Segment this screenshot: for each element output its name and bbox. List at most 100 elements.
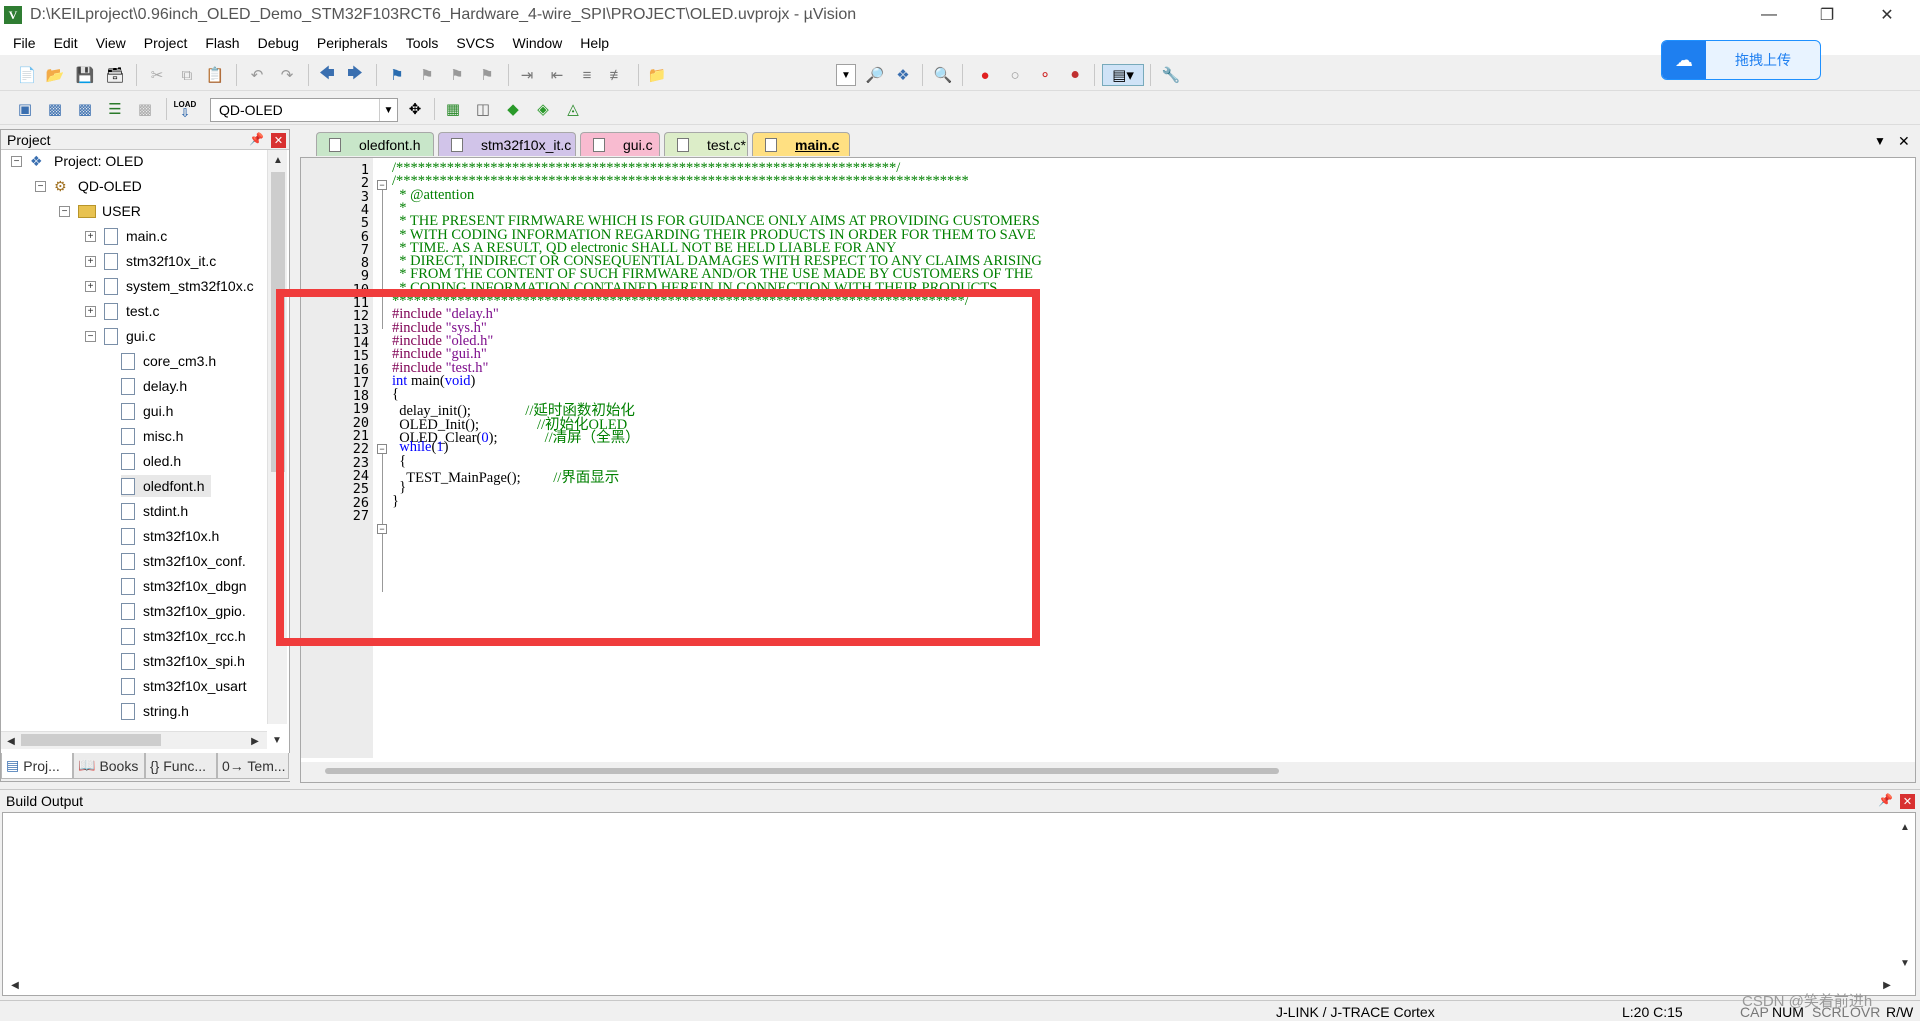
pin-icon[interactable]: 📌 (1878, 793, 1893, 807)
tree-item[interactable]: − ⚙ QD-OLED (35, 175, 148, 197)
close-panel-icon[interactable]: ✕ (1900, 794, 1915, 809)
menu-peripherals[interactable]: Peripherals (308, 35, 397, 51)
window-layout-icon[interactable]: ▤▾ (1102, 64, 1144, 86)
tree-item[interactable]: + stm32f10x_it.c (85, 250, 222, 272)
editor-hscroll-thumb[interactable] (325, 768, 1279, 774)
incremental-find-icon[interactable]: ❖ (892, 64, 914, 86)
collapse-icon[interactable]: − (59, 205, 70, 217)
stop-build-icon[interactable]: ▩ (134, 98, 156, 120)
tree-item[interactable]: stm32f10x_conf. (121, 550, 252, 572)
open-file-icon[interactable]: 📂 (44, 64, 66, 86)
tree-item[interactable]: + system_stm32f10x.c (85, 275, 260, 297)
minimize-button[interactable]: — (1740, 0, 1798, 30)
tab-oledfont-h[interactable]: oledfont.h (316, 132, 434, 156)
find-combo-dropdown[interactable]: ▼ (836, 64, 856, 86)
tree-item[interactable]: misc.h (121, 425, 189, 447)
prev-bookmark-icon[interactable]: ⚑ (416, 64, 438, 86)
menu-project[interactable]: Project (135, 35, 197, 51)
disable-all-breakpoints-icon[interactable]: ⚬ (1034, 64, 1056, 86)
tab-books[interactable]: 📖 Books (73, 753, 145, 779)
menu-view[interactable]: View (87, 35, 135, 51)
save-all-icon[interactable]: 🗃 (104, 64, 126, 86)
scroll-left-icon[interactable]: ◀ (3, 733, 19, 749)
tree-item[interactable]: − gui.c (85, 325, 162, 347)
close-window-button[interactable]: ✕ (1858, 0, 1916, 30)
tab-test-c[interactable]: test.c* (664, 132, 748, 156)
target-select[interactable]: QD-OLED ▼ (210, 98, 398, 122)
pack-installer-icon[interactable]: ◆ (502, 98, 524, 120)
menu-file[interactable]: File (4, 35, 45, 51)
expand-icon[interactable]: + (85, 230, 96, 242)
tree-item[interactable]: stm32f10x_dbgn (121, 575, 253, 597)
uncomment-icon[interactable]: ≢ (606, 64, 628, 86)
menu-flash[interactable]: Flash (196, 35, 248, 51)
find-icon[interactable]: 🔎 (864, 64, 886, 86)
configure-icon[interactable]: 🔧 (1160, 64, 1182, 86)
manage-runtime-icon[interactable]: ◫ (472, 98, 494, 120)
unindent-icon[interactable]: ⇤ (546, 64, 568, 86)
restore-button[interactable]: ❐ (1798, 0, 1856, 30)
navigate-forward-icon[interactable]: 🡆 (344, 64, 366, 86)
collapse-icon[interactable]: − (85, 330, 96, 342)
tree-item[interactable]: core_cm3.h (121, 350, 222, 372)
expand-icon[interactable]: + (85, 280, 96, 292)
batch-build-icon[interactable]: ☰ (104, 98, 126, 120)
tree-item[interactable]: stm32f10x_spi.h (121, 650, 251, 672)
scroll-right-icon[interactable]: ▶ (1879, 977, 1895, 993)
menu-debug[interactable]: Debug (249, 35, 308, 51)
bookmark-icon[interactable]: ⚑ (386, 64, 408, 86)
drag-upload-button[interactable]: ☁ 拖拽上传 (1661, 40, 1821, 80)
clear-bookmarks-icon[interactable]: ⚑ (476, 64, 498, 86)
scroll-down-icon[interactable]: ▼ (269, 732, 285, 748)
tab-stm32f10x-it-c[interactable]: stm32f10x_it.c (438, 132, 576, 156)
editor-horizontal-scrollbar[interactable] (301, 762, 1915, 782)
manage-project-items-icon[interactable]: ▦ (442, 98, 464, 120)
scroll-up-icon[interactable]: ▲ (270, 152, 286, 168)
paste-icon[interactable]: 📋 (204, 64, 226, 86)
tab-functions[interactable]: {} Func... (145, 753, 217, 779)
debug-session-icon[interactable]: 🔍 (932, 64, 954, 86)
tree-item[interactable]: − ❖ Project: OLED (11, 150, 149, 172)
rebuild-icon[interactable]: ▩ (74, 98, 96, 120)
tree-item[interactable]: string.h (121, 700, 195, 722)
save-icon[interactable]: 💾 (74, 64, 96, 86)
undo-icon[interactable]: ↶ (246, 64, 268, 86)
hscroll-thumb[interactable] (21, 734, 161, 746)
pack-manager-icon[interactable]: ◬ (562, 98, 584, 120)
tree-item[interactable]: + main.c (85, 225, 173, 247)
tree-item[interactable]: gui.h (121, 400, 179, 422)
scroll-left-icon[interactable]: ◀ (7, 977, 23, 993)
target-options-icon[interactable]: ✥ (404, 98, 426, 120)
cut-icon[interactable]: ✂ (146, 64, 168, 86)
navigate-back-icon[interactable]: 🡄 (316, 64, 338, 86)
next-bookmark-icon[interactable]: ⚑ (446, 64, 468, 86)
collapse-icon[interactable]: − (11, 155, 22, 167)
pin-icon[interactable]: 📌 (249, 132, 264, 146)
build-output-pane[interactable]: ▲ ▼ ◀ ▶ (2, 812, 1916, 996)
copy-icon[interactable]: ⧉ (176, 64, 198, 86)
redo-icon[interactable]: ↷ (276, 64, 298, 86)
scroll-down-icon[interactable]: ▼ (1897, 955, 1913, 971)
tree-item[interactable]: stdint.h (121, 500, 194, 522)
menu-window[interactable]: Window (504, 35, 572, 51)
scroll-up-icon[interactable]: ▲ (1897, 819, 1913, 835)
tree-item[interactable]: stm32f10x_rcc.h (121, 625, 252, 647)
build-icon[interactable]: ▩ (44, 98, 66, 120)
tab-project[interactable]: ▤ Proj... (1, 753, 73, 779)
find-in-files-icon[interactable]: 📁 (646, 64, 668, 86)
tree-item[interactable]: oledfont.h (121, 475, 211, 497)
disable-breakpoint-icon[interactable]: ○ (1004, 64, 1026, 86)
select-packs-icon[interactable]: ◈ (532, 98, 554, 120)
tab-list-dropdown-icon[interactable]: ▼ (1874, 134, 1886, 148)
menu-svcs[interactable]: SVCS (447, 35, 503, 51)
collapse-icon[interactable]: − (35, 180, 46, 192)
scroll-right-icon[interactable]: ▶ (247, 733, 263, 749)
tab-templates[interactable]: 0→ Tem... (217, 753, 289, 779)
tree-item[interactable]: delay.h (121, 375, 193, 397)
tree-horizontal-scrollbar[interactable]: ◀ ▶ (1, 731, 267, 749)
expand-icon[interactable]: + (85, 255, 96, 267)
indent-icon[interactable]: ⇥ (516, 64, 538, 86)
comment-icon[interactable]: ≡ (576, 64, 598, 86)
fold-toggle[interactable]: − (377, 180, 387, 190)
close-panel-icon[interactable]: ✕ (271, 133, 286, 148)
